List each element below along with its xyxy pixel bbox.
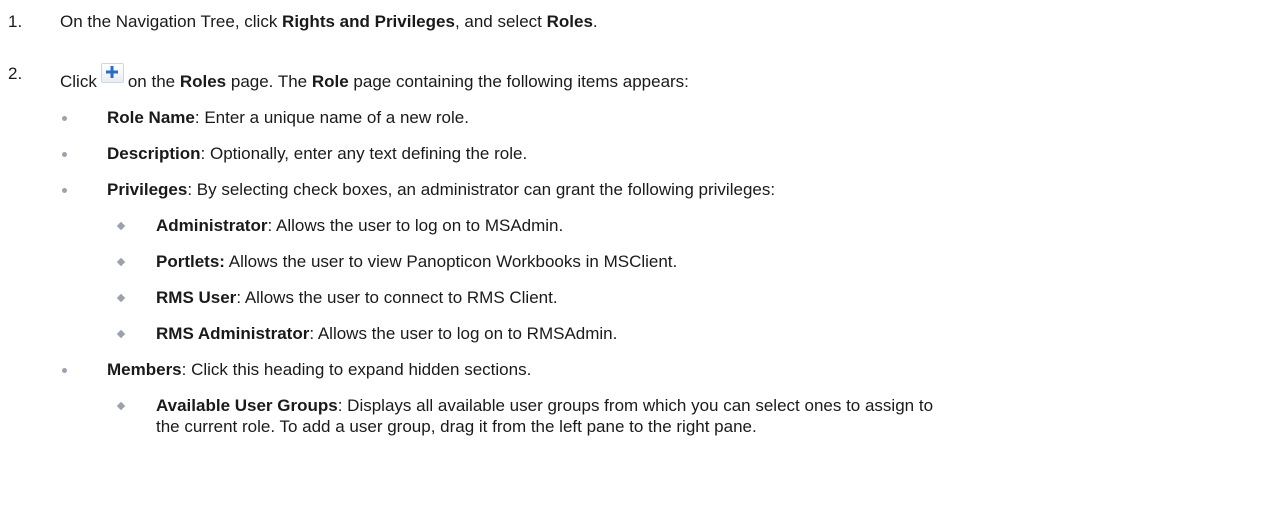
item-text-continued: the current role. To add a user group, d… xyxy=(156,417,757,436)
step-text-part: , and select xyxy=(454,12,547,31)
item-description: : Optionally, enter any text defining th… xyxy=(200,144,528,163)
item-description: : Allows the user to connect to RMS Clie… xyxy=(236,288,558,307)
item-text: Administrator: Allows the user to log on… xyxy=(156,215,563,237)
diamond-bullet-icon xyxy=(116,257,126,267)
step-text: Click on the Roles page. The Role page co… xyxy=(60,63,689,93)
plus-icon xyxy=(105,66,118,78)
item-description: : Displays all available user groups fro… xyxy=(337,396,934,415)
item-description: : Enter a unique name of a new role. xyxy=(194,108,469,127)
item-text: Members: Click this heading to expand hi… xyxy=(107,359,531,381)
step-text-part: page. The xyxy=(226,72,312,91)
ui-term-roles: Roles xyxy=(546,12,593,31)
bullet-icon xyxy=(62,368,67,373)
step-text-part: on the xyxy=(127,72,180,91)
bullet-icon xyxy=(62,116,67,121)
item-description: : Click this heading to expand hidden se… xyxy=(181,360,532,379)
item-description: : Allows the user to log on to MSAdmin. xyxy=(267,216,564,235)
item-text: Privileges: By selecting check boxes, an… xyxy=(107,179,775,201)
step-text-part: Click xyxy=(60,72,97,91)
item-text: RMS User: Allows the user to connect to … xyxy=(156,287,558,309)
diamond-bullet-icon xyxy=(116,293,126,303)
item-text: Role Name: Enter a unique name of a new … xyxy=(107,107,469,129)
step-number: 2. xyxy=(8,64,23,83)
item-label: Available User Groups xyxy=(156,396,338,415)
item-description: Allows the user to view Panopticon Workb… xyxy=(224,252,678,271)
step-number: 1. xyxy=(8,12,23,31)
item-text: Portlets: Allows the user to view Panopt… xyxy=(156,251,677,273)
step-text-part: page containing the following items appe… xyxy=(348,72,689,91)
item-text: Available User Groups: Displays all avai… xyxy=(156,395,933,417)
item-label: Description xyxy=(107,144,201,163)
diamond-bullet-icon xyxy=(116,329,126,339)
step-text-part: . xyxy=(592,12,598,31)
item-label: Portlets: xyxy=(156,252,225,271)
step-text: On the Navigation Tree, click Rights and… xyxy=(60,11,598,33)
item-label: Administrator xyxy=(156,216,268,235)
item-label: RMS User xyxy=(156,288,237,307)
item-label: Members xyxy=(107,360,182,379)
ui-term-rights-and-privileges: Rights and Privileges xyxy=(282,12,455,31)
item-description: : Allows the user to log on to RMSAdmin. xyxy=(309,324,618,343)
ui-term-role: Role xyxy=(311,72,349,91)
add-role-button[interactable] xyxy=(100,63,124,83)
item-label: Role Name xyxy=(107,108,195,127)
ui-term-roles: Roles xyxy=(179,72,227,91)
diamond-bullet-icon xyxy=(116,221,126,231)
step-text-part: On the Navigation Tree, click xyxy=(60,12,283,31)
item-description: : By selecting check boxes, an administr… xyxy=(187,180,776,199)
bullet-icon xyxy=(62,188,67,193)
bullet-icon xyxy=(62,152,67,157)
item-text: RMS Administrator: Allows the user to lo… xyxy=(156,323,617,345)
item-text: Description: Optionally, enter any text … xyxy=(107,143,527,165)
item-label: RMS Administrator xyxy=(156,324,310,343)
diamond-bullet-icon xyxy=(116,401,126,411)
item-label: Privileges xyxy=(107,180,188,199)
